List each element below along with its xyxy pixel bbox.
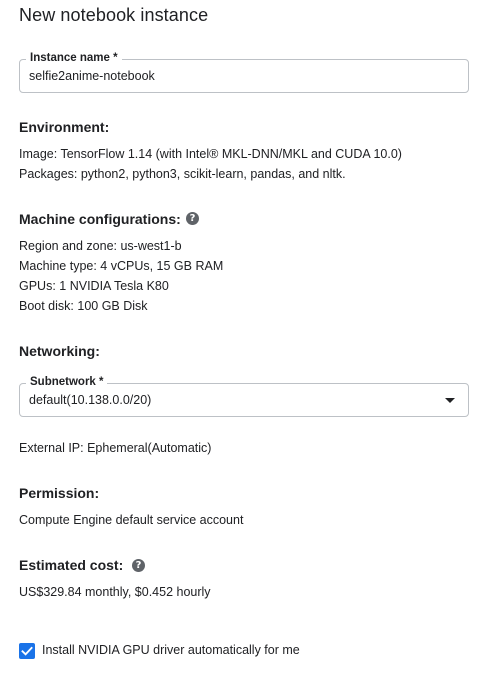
instance-name-label: Instance name * <box>26 51 122 65</box>
external-ip: External IP: Ephemeral(Automatic) <box>19 441 212 455</box>
subnetwork-select[interactable]: Subnetwork * default(10.138.0.0/20) <box>19 375 469 417</box>
help-icon[interactable]: ? <box>132 559 145 572</box>
checkmark-icon <box>21 646 33 656</box>
machine-type: Machine type: 4 vCPUs, 15 GB RAM <box>19 259 224 273</box>
environment-image: Image: TensorFlow 1.14 (with Intel® MKL-… <box>19 147 402 161</box>
page-title: New notebook instance <box>19 5 209 25</box>
gpu-driver-checkbox[interactable] <box>19 643 35 659</box>
machine-config-heading: Machine configurations: <box>19 211 181 227</box>
subnetwork-value: default(10.138.0.0/20) <box>29 393 152 407</box>
estimated-cost-value: US$329.84 monthly, $0.452 hourly <box>19 585 211 599</box>
instance-name-field[interactable]: Instance name * <box>19 51 469 93</box>
machine-region: Region and zone: us-west1-b <box>19 239 182 253</box>
instance-name-input[interactable] <box>28 66 450 86</box>
permission-heading: Permission: <box>19 485 100 501</box>
dropdown-arrow-icon[interactable] <box>445 398 455 403</box>
environment-packages: Packages: python2, python3, scikit-learn… <box>19 167 346 181</box>
help-icon[interactable]: ? <box>186 212 199 225</box>
networking-heading: Networking: <box>19 343 100 359</box>
gpu-driver-label[interactable]: Install NVIDIA GPU driver automatically … <box>42 640 300 660</box>
permission-value: Compute Engine default service account <box>19 513 244 527</box>
environment-heading: Environment: <box>19 119 110 135</box>
estimated-cost-heading: Estimated cost: <box>19 557 124 573</box>
machine-gpus: GPUs: 1 NVIDIA Tesla K80 <box>19 279 169 293</box>
machine-boot-disk: Boot disk: 100 GB Disk <box>19 299 148 313</box>
subnetwork-label: Subnetwork * <box>26 375 108 389</box>
